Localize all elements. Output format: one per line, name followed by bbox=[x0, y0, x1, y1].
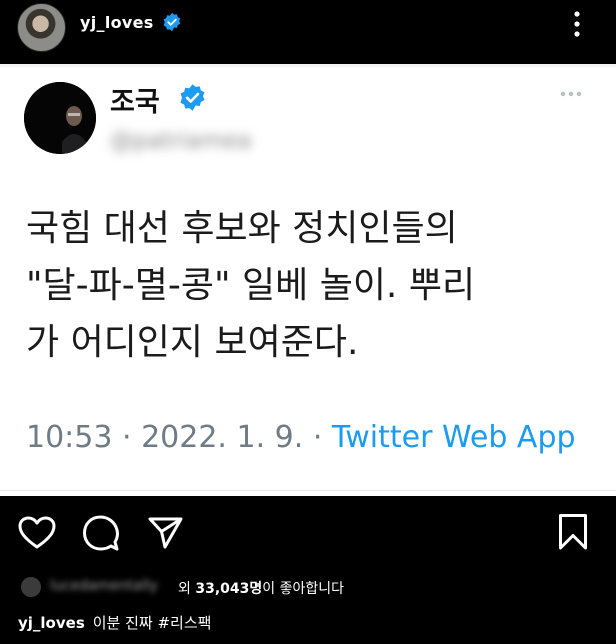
tweet-line: 국힘 대선 후보와 정치인들의 bbox=[26, 208, 458, 249]
comment-icon[interactable] bbox=[82, 514, 120, 552]
post-image[interactable]: 조국 @patriamea 국힘 대선 후보와 정치인들의 "달-파-멸-콩" … bbox=[0, 64, 616, 496]
likes-suffix: 이 좋아합니다 bbox=[262, 581, 344, 597]
more-horizontal-icon bbox=[560, 91, 582, 97]
send-icon[interactable] bbox=[148, 516, 184, 550]
divider bbox=[0, 490, 616, 491]
post-username[interactable]: yj_loves bbox=[80, 13, 154, 32]
meta-separator: · bbox=[112, 420, 142, 455]
tweet-handle: @patriamea bbox=[110, 128, 252, 154]
tweet-author-name: 조국 bbox=[110, 87, 160, 118]
verified-badge-icon bbox=[180, 84, 205, 111]
divider bbox=[0, 64, 616, 67]
liker-username[interactable]: lucedamentally bbox=[50, 578, 158, 594]
tweet-line: 가 어디인지 보여준다. bbox=[26, 322, 359, 363]
more-vertical-icon[interactable] bbox=[570, 9, 584, 39]
bookmark-icon[interactable] bbox=[558, 513, 588, 551]
verified-badge-icon bbox=[163, 12, 181, 32]
tweet-date: 2022. 1. 9. bbox=[141, 420, 304, 455]
likes-row: lucedamentally 외 33,043명이 좋아합니다 bbox=[18, 574, 608, 600]
caption-text: 이분 진짜 #리스팩 bbox=[92, 614, 212, 632]
caption-username[interactable]: yj_loves bbox=[18, 614, 85, 632]
liker-avatars bbox=[18, 576, 42, 598]
liker-avatar bbox=[20, 576, 42, 598]
action-bar bbox=[0, 496, 616, 568]
tweet-source: Twitter Web App bbox=[331, 420, 576, 455]
tweet-text: 국힘 대선 후보와 정치인들의 "달-파-멸-콩" 일베 놀이. 뿌리 가 어디… bbox=[26, 200, 596, 371]
likes-count-text[interactable]: 외 33,043명이 좋아합니다 bbox=[178, 578, 344, 598]
likes-count: 33,043명 bbox=[195, 581, 263, 597]
post-header: yj_loves bbox=[0, 0, 616, 64]
tweet-time: 10:53 bbox=[26, 420, 113, 455]
avatar[interactable] bbox=[17, 3, 66, 52]
likes-connector: 외 bbox=[178, 581, 191, 597]
tweet-line: "달-파-멸-콩" 일베 놀이. 뿌리 bbox=[26, 265, 476, 306]
tweet-meta: 10:53 · 2022. 1. 9. · Twitter Web App bbox=[26, 420, 576, 455]
portrait-icon bbox=[24, 82, 96, 154]
heart-icon[interactable] bbox=[18, 516, 56, 550]
caption: yj_loves 이분 진짜 #리스팩 bbox=[18, 612, 211, 633]
tweet-avatar bbox=[24, 82, 96, 154]
meta-separator: · bbox=[303, 420, 332, 455]
